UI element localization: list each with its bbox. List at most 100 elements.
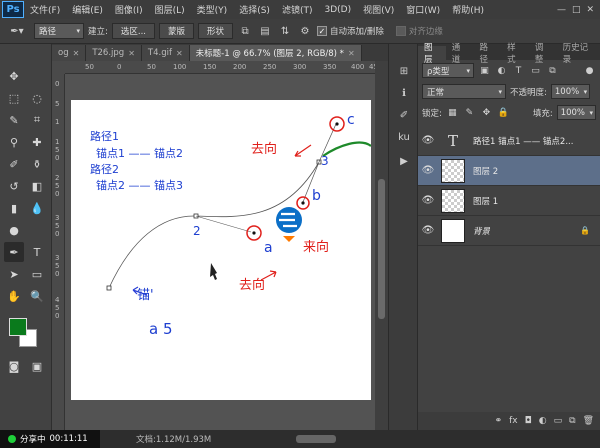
close-button[interactable]: ✕ bbox=[586, 5, 594, 15]
auto-add-delete-checkbox[interactable]: ✓ bbox=[317, 26, 328, 36]
adjustment-layer-icon[interactable]: ◐ bbox=[539, 416, 547, 426]
make-shape-button[interactable]: 形状 bbox=[198, 23, 234, 39]
path-arrangement-icon[interactable]: ⇅ bbox=[277, 23, 293, 39]
menu-edit[interactable]: 编辑(E) bbox=[66, 3, 109, 16]
minimize-button[interactable]: — bbox=[557, 5, 566, 15]
tab-adjustments[interactable]: 调整 bbox=[529, 43, 557, 65]
menu-3d[interactable]: 3D(D) bbox=[318, 5, 357, 15]
pen-tool-preset-icon[interactable]: ✒▾ bbox=[4, 23, 30, 39]
blend-mode-select[interactable]: 正常 bbox=[422, 84, 506, 99]
tab-styles[interactable]: 样式 bbox=[501, 43, 529, 65]
hand-tool-icon[interactable]: ✋ bbox=[4, 286, 24, 306]
history-panel-icon[interactable]: ⊞ bbox=[394, 62, 414, 80]
healing-brush-tool-icon[interactable]: ✚ bbox=[27, 132, 47, 152]
quick-select-tool-icon[interactable]: ✎ bbox=[4, 110, 24, 130]
tab-history[interactable]: 历史记录 bbox=[557, 43, 600, 65]
tab-channels[interactable]: 通道 bbox=[446, 43, 474, 65]
info-panel-icon[interactable]: ℹ bbox=[394, 84, 414, 102]
auto-add-delete-toggle[interactable]: ✓ 自动添加/删除 bbox=[317, 25, 384, 37]
gradient-tool-icon[interactable]: ▮ bbox=[4, 198, 24, 218]
filter-adjust-icon[interactable]: ◐ bbox=[495, 64, 508, 77]
history-brush-tool-icon[interactable]: ↺ bbox=[4, 176, 24, 196]
layer-kind-select[interactable]: ρ类型 bbox=[422, 63, 474, 78]
filter-shape-icon[interactable]: ▭ bbox=[529, 64, 542, 77]
layer-row-text[interactable]: 👁 T 路径1 锚点1 —— 锚点2... bbox=[418, 126, 600, 156]
trash-icon[interactable]: 🗑 bbox=[583, 416, 594, 426]
clone-stamp-tool-icon[interactable]: ⚱ bbox=[27, 154, 47, 174]
visibility-eye-icon[interactable]: 👁 bbox=[418, 135, 438, 146]
document-size-info[interactable]: 文档:1.12M/1.93M bbox=[136, 433, 211, 445]
tab-layers[interactable]: 图层 bbox=[418, 43, 446, 65]
filter-type-icon[interactable]: T bbox=[512, 64, 525, 77]
gear-icon[interactable]: ⚙ bbox=[297, 23, 313, 39]
horizontal-scroll-thumb[interactable] bbox=[296, 435, 336, 443]
menu-type[interactable]: 类型(Y) bbox=[191, 3, 234, 16]
fx-icon[interactable]: fx bbox=[509, 416, 518, 426]
type-tool-icon[interactable]: T bbox=[27, 242, 47, 262]
zoom-tool-icon[interactable]: 🔍 bbox=[27, 286, 47, 306]
menu-help[interactable]: 帮助(H) bbox=[446, 3, 490, 16]
tab-paths[interactable]: 路径 bbox=[473, 43, 501, 65]
align-edges-toggle[interactable]: 对齐边缘 bbox=[395, 25, 443, 37]
menu-window[interactable]: 窗口(W) bbox=[400, 3, 446, 16]
lock-pixels-icon[interactable]: ✎ bbox=[463, 106, 476, 119]
dodge-tool-icon[interactable]: ● bbox=[4, 220, 24, 240]
lock-all-icon[interactable]: 🔒 bbox=[497, 106, 510, 119]
crop-tool-icon[interactable]: ⌗ bbox=[27, 110, 47, 130]
doc-tab-t26[interactable]: T26.jpg ✕ bbox=[86, 45, 142, 61]
menu-file[interactable]: 文件(F) bbox=[24, 3, 66, 16]
menu-layer[interactable]: 图层(L) bbox=[149, 3, 191, 16]
layer-row-layer1[interactable]: 👁 图层 1 bbox=[418, 186, 600, 216]
close-tab-icon[interactable]: ✕ bbox=[128, 49, 135, 58]
visibility-eye-icon[interactable]: 👁 bbox=[418, 165, 438, 176]
filter-smart-icon[interactable]: ⧉ bbox=[546, 64, 559, 77]
lock-position-icon[interactable]: ✥ bbox=[480, 106, 493, 119]
shape-tool-icon[interactable]: ▭ bbox=[27, 264, 47, 284]
doc-tab-og[interactable]: og ✕ bbox=[52, 45, 87, 61]
filter-toggle-icon[interactable]: ● bbox=[583, 64, 596, 77]
layer-row-layer2[interactable]: 👁 图层 2 bbox=[418, 156, 600, 186]
maximize-button[interactable]: □ bbox=[572, 5, 581, 15]
make-selection-button[interactable]: 选区... bbox=[111, 23, 155, 39]
marquee-tool-icon[interactable]: ⬚ bbox=[4, 88, 24, 108]
close-tab-icon[interactable]: ✕ bbox=[348, 49, 355, 58]
doc-tab-untitled[interactable]: 未标题-1 @ 66.7% (图层 2, RGB/8) * ✕ bbox=[189, 45, 362, 61]
quick-mask-icon[interactable]: ◙ bbox=[4, 356, 24, 376]
ku-plugin-icon[interactable]: ku bbox=[394, 128, 414, 146]
doc-tab-t4[interactable]: T4.gif ✕ bbox=[141, 45, 190, 61]
filter-pixel-icon[interactable]: ▣ bbox=[478, 64, 491, 77]
blur-tool-icon[interactable]: 💧 bbox=[27, 198, 47, 218]
vertical-scrollbar[interactable] bbox=[375, 61, 388, 430]
brush-tool-icon[interactable]: ✐ bbox=[4, 154, 24, 174]
path-operations-icon[interactable]: ⧉ bbox=[237, 23, 253, 39]
eyedropper-tool-icon[interactable]: ⚲ bbox=[4, 132, 24, 152]
menu-view[interactable]: 视图(V) bbox=[357, 3, 400, 16]
play-action-icon[interactable]: ▶ bbox=[394, 152, 414, 170]
path-alignment-icon[interactable]: ▤ bbox=[257, 23, 273, 39]
opacity-input[interactable]: 100% bbox=[550, 84, 591, 99]
visibility-eye-icon[interactable]: 👁 bbox=[418, 195, 438, 206]
close-tab-icon[interactable]: ✕ bbox=[73, 49, 80, 58]
path-selection-tool-icon[interactable]: ➤ bbox=[4, 264, 24, 284]
move-tool-icon[interactable]: ✥ bbox=[4, 66, 24, 86]
fill-input[interactable]: 100% bbox=[556, 105, 596, 120]
new-group-icon[interactable]: ▭ bbox=[554, 416, 563, 426]
tool-mode-select[interactable]: 路径 bbox=[34, 23, 84, 39]
make-mask-button[interactable]: 蒙版 bbox=[158, 23, 194, 39]
link-layers-icon[interactable]: ⚭ bbox=[495, 416, 503, 426]
menu-filter[interactable]: 滤镜(T) bbox=[276, 3, 319, 16]
document-canvas[interactable]: 路径1 锚点1 —— 锚点2 路径2 锚点2 —— 锚点3 2 3 a b c … bbox=[71, 100, 371, 400]
eraser-tool-icon[interactable]: ◧ bbox=[27, 176, 47, 196]
align-edges-checkbox[interactable] bbox=[395, 26, 406, 36]
close-tab-icon[interactable]: ✕ bbox=[176, 49, 183, 58]
add-mask-icon[interactable]: ◘ bbox=[525, 416, 532, 426]
new-layer-icon[interactable]: ⧉ bbox=[569, 416, 575, 426]
vertical-scroll-thumb[interactable] bbox=[378, 179, 385, 319]
screen-mode-icon[interactable]: ▣ bbox=[27, 356, 47, 376]
visibility-eye-icon[interactable]: 👁 bbox=[418, 225, 438, 236]
foreground-color-swatch[interactable] bbox=[9, 318, 27, 336]
menu-image[interactable]: 图像(I) bbox=[109, 3, 149, 16]
menu-select[interactable]: 选择(S) bbox=[233, 3, 276, 16]
anchor-point-1[interactable] bbox=[106, 285, 112, 291]
layer-row-background[interactable]: 👁 背景 🔒 bbox=[418, 216, 600, 246]
